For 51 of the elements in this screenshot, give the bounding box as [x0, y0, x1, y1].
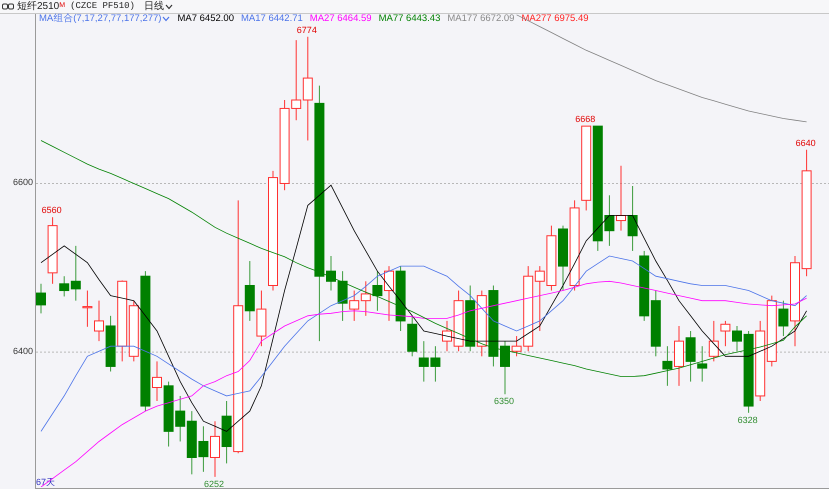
axis-label: 6400 [12, 347, 33, 356]
candlestick [164, 381, 174, 448]
candlestick [639, 250, 650, 322]
price-annotation: 6774 [296, 26, 317, 35]
candlestick [152, 360, 162, 402]
ma-group-dropdown[interactable]: MA组合(7,17,27,77,177,277) [39, 14, 170, 24]
link-icon[interactable] [2, 3, 14, 10]
candlestick [186, 410, 197, 475]
candlestick [546, 225, 556, 292]
candlestick [442, 320, 452, 352]
candlestick [372, 270, 382, 312]
candlestick [628, 186, 638, 252]
candlestick [198, 426, 208, 472]
axis-label: 6600 [12, 178, 33, 188]
candlestick [616, 165, 626, 232]
candlestick [94, 300, 104, 342]
candlestick [430, 346, 440, 382]
price-annotation: 6328 [738, 416, 758, 425]
candlestick [360, 280, 371, 316]
ma-legend-item: MA27 6464.59 [310, 14, 372, 24]
candlestick [36, 283, 46, 314]
ma-legend-item: MA177 6672.09 [447, 14, 514, 24]
price-annotation: 6640 [796, 138, 816, 148]
price-annotation: 6668 [575, 115, 596, 124]
symbol-name: 短纤2510 [17, 2, 60, 12]
candlestick [384, 266, 394, 322]
ma-legend-item: MA7 6452.00 [177, 14, 234, 24]
candlestick [210, 420, 220, 478]
candlestick [418, 340, 429, 382]
candlestick [175, 395, 186, 442]
ma-legend-item: MA277 6975.49 [521, 14, 589, 24]
candlestick [534, 266, 545, 332]
candlestick [558, 225, 568, 292]
ma-legend-item: MA77 6443.43 [378, 14, 440, 24]
price-annotation: 6560 [42, 206, 62, 216]
contract-code: (CZCE PF510) [70, 2, 135, 11]
period-dropdown[interactable]: 日线 [144, 2, 173, 12]
candlestick [476, 290, 487, 357]
price-annotation: 6252 [204, 480, 224, 489]
candlestick [500, 340, 510, 395]
candlestick [686, 330, 696, 382]
price-annotation: 6350 [494, 397, 514, 406]
candlestick [256, 290, 266, 347]
day-count-label: 67天 [36, 478, 56, 487]
candlestick [732, 325, 742, 352]
ma-legend-item: MA17 6442.71 [240, 14, 303, 24]
candlestick [674, 325, 684, 386]
candlestick [326, 255, 336, 292]
candlestick [465, 285, 476, 352]
candlestick [697, 346, 708, 382]
candlestick [454, 290, 464, 352]
